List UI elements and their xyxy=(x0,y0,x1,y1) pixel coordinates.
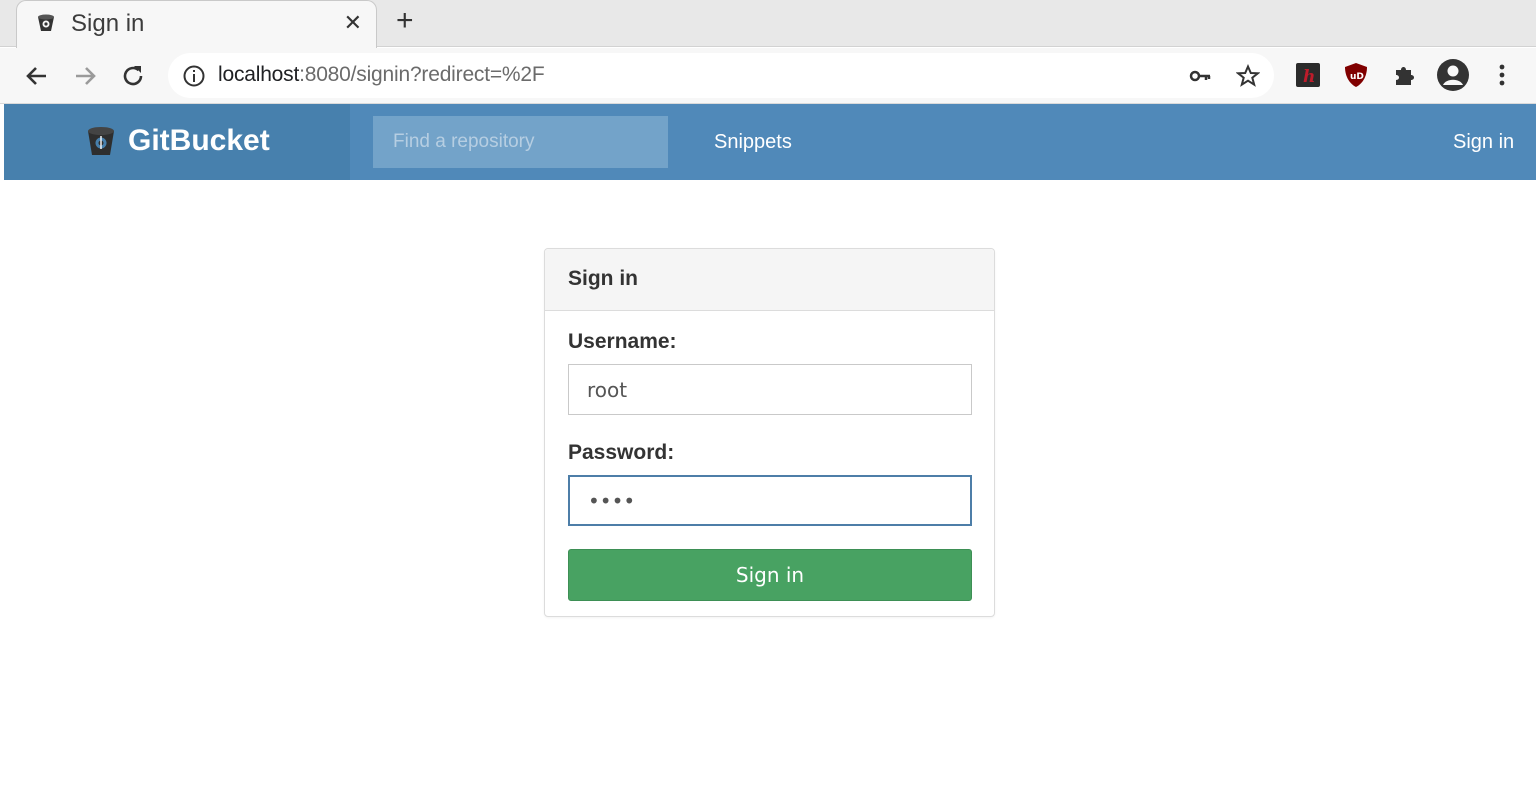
password-label: Password: xyxy=(568,441,675,464)
reload-icon xyxy=(123,66,143,86)
profile-avatar-icon[interactable] xyxy=(1436,58,1470,92)
gitbucket-favicon-icon xyxy=(38,14,54,31)
menu-kebab-icon[interactable] xyxy=(1490,61,1514,89)
brand-name: GitBucket xyxy=(128,124,270,157)
key-icon[interactable] xyxy=(1188,64,1212,88)
brand-link[interactable]: GitBucket xyxy=(4,104,350,180)
tab-close-icon[interactable]: ✕ xyxy=(344,10,362,36)
svg-text:h: h xyxy=(1303,67,1315,87)
browser-tab[interactable]: Sign in ✕ xyxy=(16,0,377,48)
address-bar[interactable]: localhost:8080/signin?redirect=%2F xyxy=(168,53,1274,98)
app-navbar: GitBucket Snippets Sign in xyxy=(4,104,1536,180)
username-label: Username: xyxy=(568,330,677,353)
url-host: localhost xyxy=(218,63,300,86)
svg-text:uD: uD xyxy=(1350,72,1364,82)
forward-arrow-icon xyxy=(76,67,96,85)
tab-strip: Sign in ✕ + xyxy=(0,0,1536,48)
site-info-icon[interactable] xyxy=(182,64,206,88)
reload-button[interactable] xyxy=(115,58,151,94)
search-repository-input[interactable] xyxy=(373,116,668,168)
new-tab-button[interactable]: + xyxy=(396,6,414,36)
gitbucket-logo-icon xyxy=(88,127,114,155)
username-field[interactable] xyxy=(568,364,972,415)
signin-button[interactable]: Sign in xyxy=(568,549,972,601)
signin-panel: Sign in Username: Password: Sign in xyxy=(544,248,995,617)
browser-toolbar: localhost:8080/signin?redirect=%2F h uD xyxy=(0,48,1536,104)
ublock-extension-icon[interactable]: uD xyxy=(1342,61,1370,89)
back-arrow-icon xyxy=(26,67,46,85)
url-text[interactable]: localhost:8080/signin?redirect=%2F xyxy=(218,63,545,87)
url-path: :8080/signin?redirect=%2F xyxy=(299,63,545,86)
tab-title: Sign in xyxy=(71,10,145,37)
bookmark-star-icon[interactable] xyxy=(1236,64,1260,88)
forward-button[interactable] xyxy=(67,58,103,94)
extensions-puzzle-icon[interactable] xyxy=(1391,61,1419,89)
navbar-signin-link[interactable]: Sign in xyxy=(1453,131,1514,154)
hypothesis-extension-icon[interactable]: h xyxy=(1294,61,1322,89)
panel-heading: Sign in xyxy=(545,249,994,311)
password-field[interactable] xyxy=(568,475,972,526)
back-button[interactable] xyxy=(19,58,55,94)
snippets-link[interactable]: Snippets xyxy=(714,131,792,154)
